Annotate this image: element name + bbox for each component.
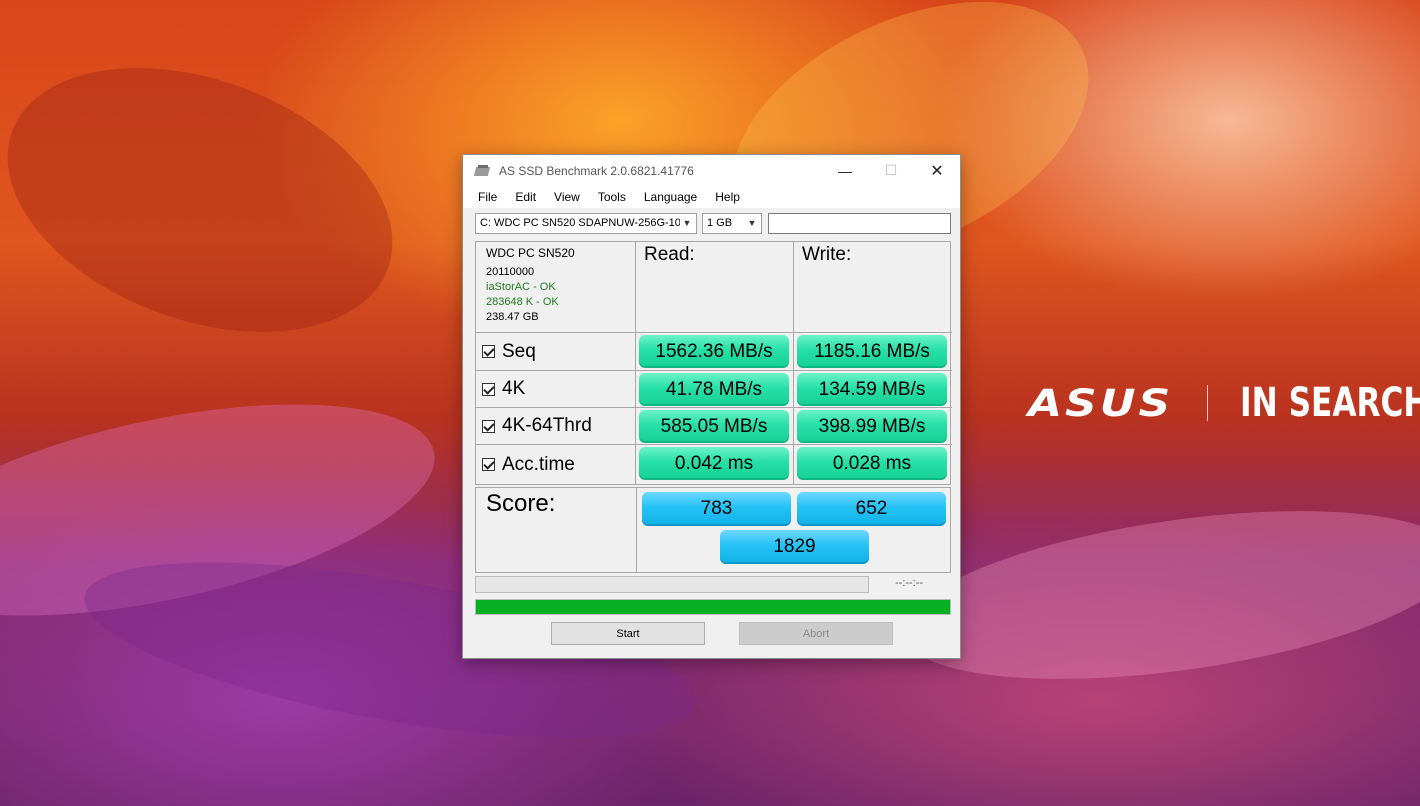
- menu-file[interactable]: File: [469, 190, 506, 204]
- 4k-write-cell: 134.59 MB/s: [794, 371, 952, 408]
- wallpaper-streak: [0, 18, 429, 382]
- elapsed-time: --:--:--: [895, 577, 924, 589]
- test-row-4k[interactable]: 4K: [476, 371, 636, 408]
- overall-progress-fill: [476, 600, 950, 614]
- brand-divider: [1207, 385, 1209, 421]
- abort-button[interactable]: Abort: [739, 622, 893, 645]
- 4k-64thrd-write-cell: 398.99 MB/s: [794, 408, 952, 445]
- acc-time-write-value: 0.028 ms: [797, 447, 947, 480]
- test-size-value: 1 GB: [707, 217, 733, 229]
- test-row-acc-time[interactable]: Acc.time: [476, 445, 636, 484]
- wallpaper-streak: [0, 363, 453, 657]
- seq-read-cell: 1562.36 MB/s: [636, 333, 794, 371]
- results-grid: WDC PC SN520 20110000 iaStorAC - OK 2836…: [475, 241, 952, 485]
- window-title: AS SSD Benchmark 2.0.6821.41776: [499, 163, 694, 178]
- seq-checkbox[interactable]: [482, 345, 495, 358]
- maximize-button[interactable]: ☐: [868, 155, 914, 186]
- text-field[interactable]: [768, 213, 951, 234]
- acc-time-read-value: 0.042 ms: [639, 447, 789, 480]
- acc-time-read-cell: 0.042 ms: [636, 445, 794, 484]
- menu-bar: File Edit View Tools Language Help: [463, 186, 960, 208]
- 4k-write-value: 134.59 MB/s: [797, 373, 947, 406]
- test-size-dropdown[interactable]: 1 GB ▼: [702, 213, 762, 234]
- wallpaper-streak: [892, 481, 1420, 709]
- minimize-button[interactable]: —: [822, 155, 868, 186]
- seq-read-value: 1562.36 MB/s: [639, 335, 789, 368]
- menu-tools[interactable]: Tools: [589, 190, 635, 204]
- drive-capacity: 238.47 GB: [486, 311, 539, 323]
- asus-logo: ASUS: [1028, 381, 1174, 425]
- 4k-read-cell: 41.78 MB/s: [636, 371, 794, 408]
- overall-progress-bar: [475, 599, 951, 615]
- score-divider: [636, 488, 637, 572]
- drive-dropdown[interactable]: C: WDC PC SN520 SDAPNUW-256G-10 ▼: [475, 213, 697, 234]
- score-label: Score:: [486, 490, 556, 517]
- acc-time-checkbox[interactable]: [482, 458, 495, 471]
- 4k-64thrd-write-value: 398.99 MB/s: [797, 410, 947, 443]
- menu-view[interactable]: View: [545, 190, 589, 204]
- asus-branding: ASUS IN SEARCH: [1028, 380, 1420, 426]
- test-progress-bar: [475, 576, 869, 593]
- drive-name: WDC PC SN520: [486, 246, 575, 260]
- read-score: 783: [642, 492, 791, 526]
- write-score: 652: [797, 492, 946, 526]
- driver-status: iaStorAC - OK: [486, 281, 556, 293]
- 4k-64thrd-read-value: 585.05 MB/s: [639, 410, 789, 443]
- menu-help[interactable]: Help: [706, 190, 749, 204]
- chevron-down-icon: ▼: [745, 214, 759, 233]
- write-header: Write:: [794, 242, 952, 333]
- firmware-version: 20110000: [486, 266, 535, 278]
- start-button[interactable]: Start: [551, 622, 705, 645]
- test-label: 4K: [502, 378, 526, 399]
- drive-icon: [475, 164, 491, 177]
- 4k-checkbox[interactable]: [482, 382, 495, 396]
- score-panel: Score: 783 652 1829: [475, 487, 951, 573]
- seq-write-value: 1185.16 MB/s: [797, 335, 947, 368]
- 4k-64thrd-checkbox[interactable]: [482, 419, 495, 433]
- acc-time-write-cell: 0.028 ms: [794, 445, 952, 484]
- alignment-status: 283648 K - OK: [486, 296, 559, 308]
- menu-language[interactable]: Language: [635, 190, 706, 204]
- drive-info-panel: WDC PC SN520 20110000 iaStorAC - OK 2836…: [476, 242, 636, 333]
- seq-write-cell: 1185.16 MB/s: [794, 333, 952, 371]
- brand-tagline: IN SEARCH: [1240, 380, 1420, 426]
- read-header: Read:: [636, 242, 794, 333]
- chevron-down-icon: ▼: [680, 214, 694, 233]
- close-button[interactable]: ✕: [914, 155, 960, 186]
- drive-selection-row: C: WDC PC SN520 SDAPNUW-256G-10 ▼ 1 GB ▼: [475, 213, 951, 235]
- 4k-read-value: 41.78 MB/s: [639, 373, 789, 406]
- total-score: 1829: [720, 530, 869, 564]
- test-row-4k-64thrd[interactable]: 4K-64Thrd: [476, 408, 636, 445]
- title-bar[interactable]: AS SSD Benchmark 2.0.6821.41776 — ☐ ✕: [463, 155, 960, 186]
- 4k-64thrd-read-cell: 585.05 MB/s: [636, 408, 794, 445]
- drive-dropdown-value: C: WDC PC SN520 SDAPNUW-256G-10: [480, 217, 681, 229]
- test-label: Acc.time: [502, 453, 575, 475]
- test-label: 4K-64Thrd: [502, 415, 592, 436]
- test-row-seq[interactable]: Seq: [476, 333, 636, 371]
- menu-edit[interactable]: Edit: [506, 190, 545, 204]
- as-ssd-window: AS SSD Benchmark 2.0.6821.41776 — ☐ ✕ Fi…: [462, 154, 961, 659]
- test-label: Seq: [502, 340, 536, 362]
